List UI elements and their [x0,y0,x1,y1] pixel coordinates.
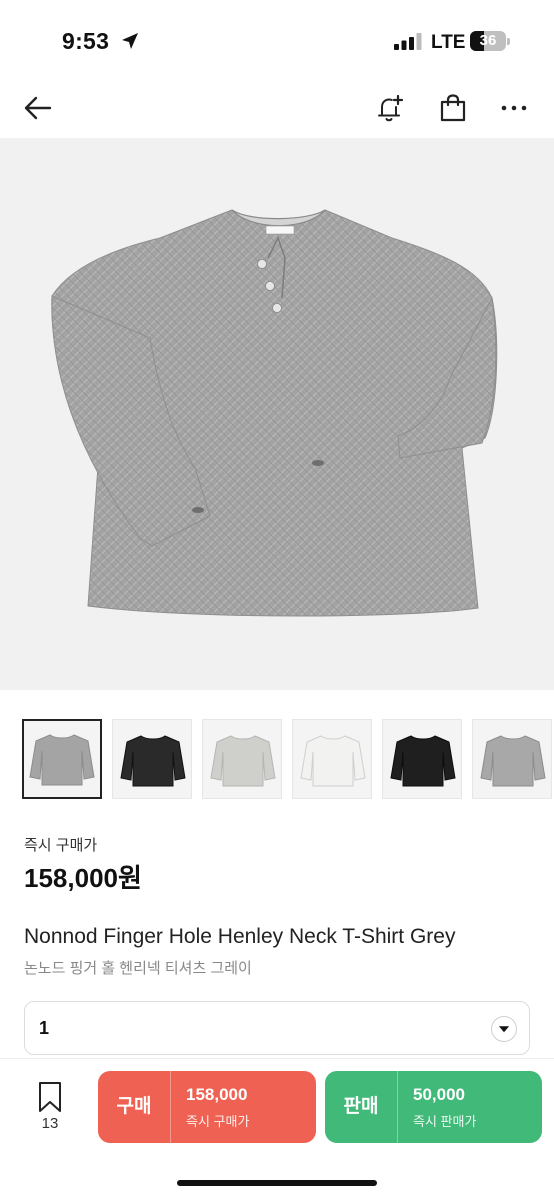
chevron-down-icon [491,1016,517,1042]
top-nav [0,80,554,136]
sell-button[interactable]: 판매 50,000 즉시 판매가 [325,1071,542,1143]
buy-button-label: 구매 [116,1096,152,1117]
size-select-value: 1 [39,1018,50,1038]
shopping-bag-icon[interactable] [437,92,469,124]
shirt-illustration [51,209,498,617]
status-time: 9:53 [62,28,110,54]
buy-price: 158,000 [186,1085,248,1104]
buy-price-caption: 즉시 구매가 [186,1114,250,1129]
product-title-ko: 논노드 핑거 홀 헨리넥 티셔츠 그레이 [24,960,252,977]
wishlist-count: 13 [41,1115,59,1132]
sell-price: 50,000 [413,1085,465,1104]
battery-level: 36 [479,32,497,49]
bookmark-icon [39,1082,61,1112]
thumbnail-grey-2[interactable] [472,719,552,799]
status-bar: 9:53 LTE 36 [0,0,554,80]
product-price: 158,000원 [24,863,142,893]
cellular-signal-icon [394,33,422,50]
thumbnail-light-grey[interactable] [202,719,282,799]
sell-button-label: 판매 [343,1096,379,1117]
thumbnail-black-2[interactable] [382,719,462,799]
bottom-action-bar: 13 구매 158,000 즉시 구매가 판매 50,000 즉시 판매가 [0,1058,554,1200]
buy-button[interactable]: 구매 158,000 즉시 구매가 [98,1071,316,1143]
bell-plus-icon[interactable] [374,92,406,124]
product-image[interactable] [0,138,554,690]
wishlist-button[interactable]: 13 [28,1081,72,1141]
thumbnail-strip [0,719,554,799]
location-arrow-icon [122,33,138,49]
thumbnail-white[interactable] [292,719,372,799]
size-select[interactable]: 1 [24,1001,530,1055]
thumbnail-grey[interactable] [22,719,102,799]
more-horizontal-icon[interactable] [498,92,530,124]
price-label: 즉시 구매가 [24,837,98,854]
home-indicator[interactable] [177,1180,377,1186]
network-type: LTE [431,32,466,53]
product-title-en: Nonnod Finger Hole Henley Neck T-Shirt G… [24,925,456,948]
sell-price-caption: 즉시 판매가 [413,1114,477,1129]
thumbnail-black[interactable] [112,719,192,799]
battery-icon: 36 [470,31,510,51]
arrow-left-icon[interactable] [22,92,54,124]
